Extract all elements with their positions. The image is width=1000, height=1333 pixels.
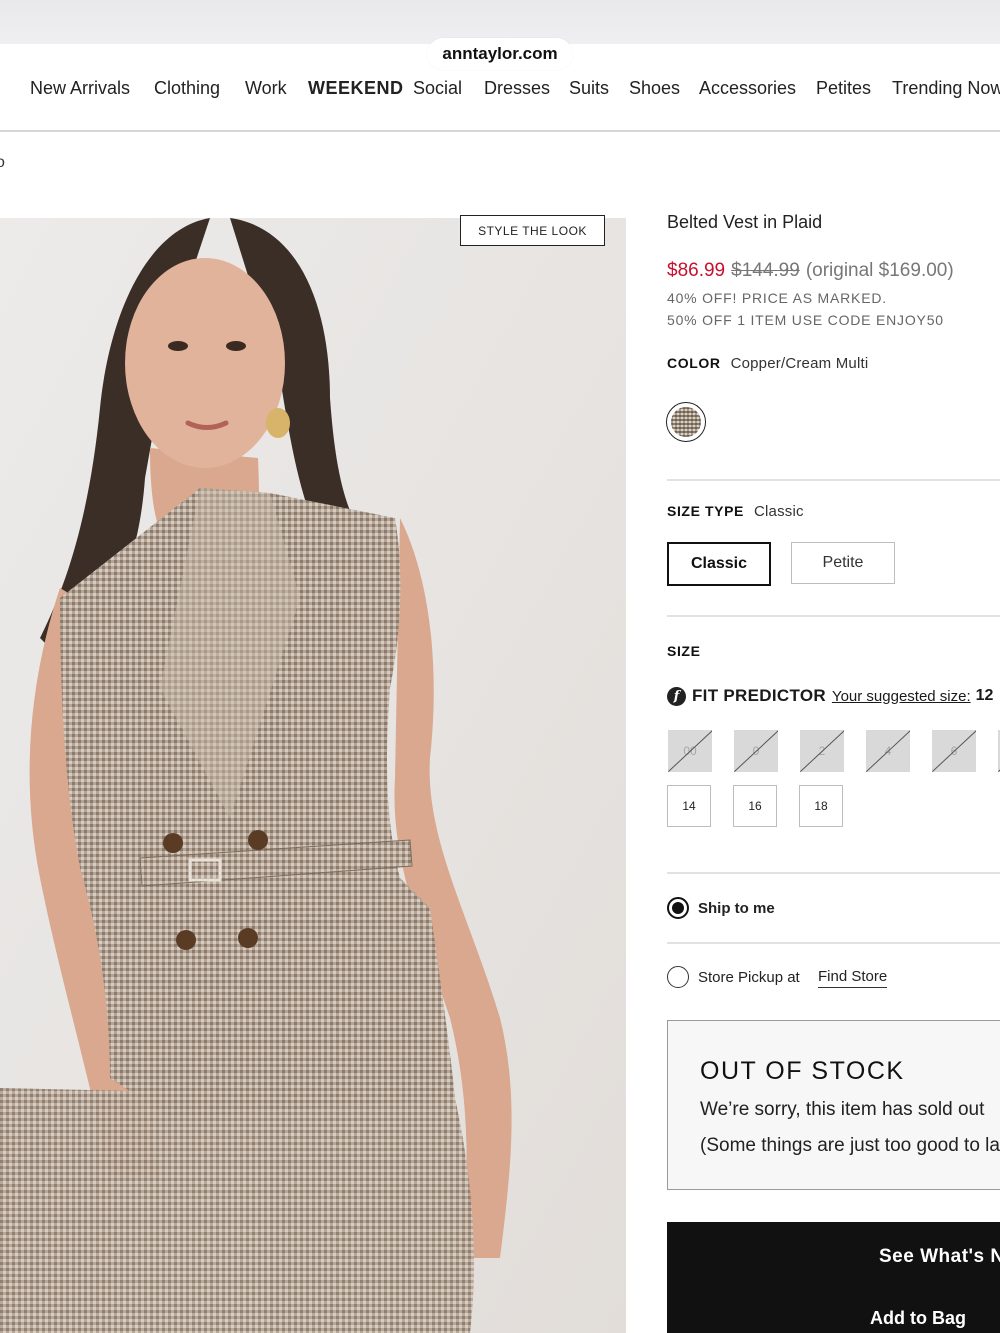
suggested-size-link[interactable]: Your suggested size: xyxy=(832,688,971,705)
divider xyxy=(667,942,1000,944)
size-type-petite-button[interactable]: Petite xyxy=(791,542,895,584)
nav-shoes[interactable]: Shoes xyxy=(629,78,680,99)
size-type-classic-button[interactable]: Classic xyxy=(667,542,771,586)
nav-new-arrivals[interactable]: New Arrivals xyxy=(30,78,130,99)
nav-weekend[interactable]: WEEKEND xyxy=(308,78,404,99)
original-price: (original $169.00) xyxy=(805,260,954,281)
nav-accessories[interactable]: Accessories xyxy=(699,78,796,99)
price-block: $86.99 $144.99 (original $169.00) xyxy=(667,260,954,282)
cta-panel: See What's New Add to Bag xyxy=(667,1222,1000,1333)
divider xyxy=(667,872,1000,874)
color-value: Copper/Cream Multi xyxy=(730,355,869,372)
nav-petites[interactable]: Petites xyxy=(816,78,871,99)
divider xyxy=(667,615,1000,617)
color-row: COLOR Copper/Cream Multi xyxy=(667,355,868,372)
style-the-look-button[interactable]: STYLE THE LOOK xyxy=(460,215,605,246)
fit-predictor-label: FIT PREDICTOR xyxy=(692,686,826,705)
size-type-label: SIZE TYPE xyxy=(667,503,744,519)
store-pickup-radio[interactable] xyxy=(667,966,689,988)
fit-predictor-icon: f xyxy=(667,686,686,706)
product-image[interactable] xyxy=(0,218,626,1333)
size-14-button[interactable]: 14 xyxy=(667,785,711,827)
size-label: SIZE xyxy=(667,643,701,659)
divider xyxy=(667,479,1000,481)
breadcrumb[interactable]: o xyxy=(0,154,5,172)
nav-trending-now[interactable]: Trending Now xyxy=(892,78,1000,99)
ship-to-me-radio[interactable] xyxy=(667,897,689,919)
color-swatch-copper-cream[interactable] xyxy=(666,402,706,442)
color-label: COLOR xyxy=(667,355,721,371)
find-store-link[interactable]: Find Store xyxy=(818,968,888,988)
main-nav: New Arrivals Clothing Work WEEKEND Socia… xyxy=(0,74,1000,104)
nav-dresses[interactable]: Dresses xyxy=(484,78,550,99)
store-pickup-label[interactable]: Store Pickup at xyxy=(698,969,800,986)
size-0-unavailable: 0 xyxy=(734,730,778,772)
nav-work[interactable]: Work xyxy=(245,78,287,99)
add-to-bag-button[interactable]: Add to Bag xyxy=(870,1308,966,1329)
promo-line-1: 40% OFF! PRICE AS MARKED. xyxy=(667,290,887,306)
size-type-value: Classic xyxy=(753,503,804,520)
out-of-stock-heading: OUT OF STOCK xyxy=(700,1057,905,1085)
see-whats-new-button[interactable]: See What's New xyxy=(879,1246,1000,1268)
suggested-size-value: 12 xyxy=(975,687,994,704)
out-of-stock-message: We’re sorry, this item has sold out xyxy=(700,1099,985,1120)
nav-social[interactable]: Social xyxy=(413,78,462,99)
url-bar[interactable]: anntaylor.com xyxy=(427,38,573,70)
nav-suits[interactable]: Suits xyxy=(569,78,609,99)
size-type-row: SIZE TYPE Classic xyxy=(667,503,804,520)
promo-line-2: 50% OFF 1 ITEM USE CODE ENJOY50 xyxy=(667,312,944,328)
nav-divider xyxy=(0,130,1000,132)
was-price: $144.99 xyxy=(731,260,800,281)
size-16-button[interactable]: 16 xyxy=(733,785,777,827)
swatch-fabric xyxy=(671,407,701,437)
size-2-unavailable: 2 xyxy=(800,730,844,772)
fit-predictor: f FIT PREDICTOR Your suggested size: 12 xyxy=(667,686,993,706)
size-6-unavailable: 6 xyxy=(932,730,976,772)
out-of-stock-submessage: (Some things are just too good to last) xyxy=(700,1135,1000,1156)
sale-price: $86.99 xyxy=(667,260,726,281)
size-18-button[interactable]: 18 xyxy=(799,785,843,827)
nav-clothing[interactable]: Clothing xyxy=(154,78,220,99)
ship-to-me-label[interactable]: Ship to me xyxy=(698,900,775,917)
size-00-unavailable: 00 xyxy=(668,730,712,772)
size-4-unavailable: 4 xyxy=(866,730,910,772)
out-of-stock-box: OUT OF STOCK We’re sorry, this item has … xyxy=(667,1020,1000,1190)
product-title: Belted Vest in Plaid xyxy=(667,212,823,232)
